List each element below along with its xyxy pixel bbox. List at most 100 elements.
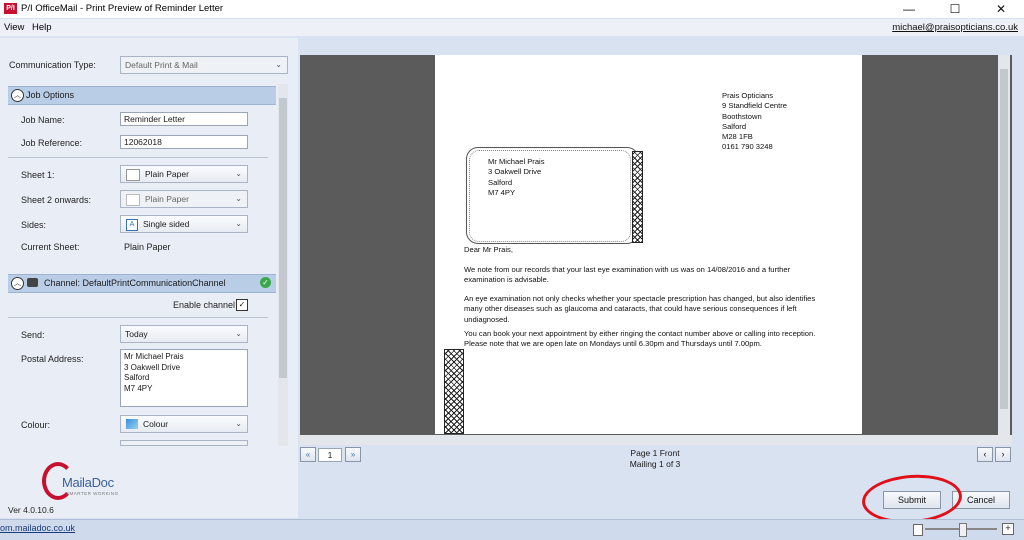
recipient-line: 3 Oakwell Drive — [488, 167, 542, 177]
sender-line: M28 1FB — [722, 132, 753, 141]
paper-icon — [126, 169, 140, 181]
recipient-line: Mr Michael Prais — [488, 157, 545, 166]
previous-page-button[interactable]: « — [300, 447, 316, 462]
preview-vertical-scrollbar[interactable] — [998, 55, 1010, 435]
channel-header[interactable]: ︿ Channel: DefaultPrintCommunicationChan… — [8, 274, 276, 293]
send-value: Today — [125, 329, 148, 339]
postal-address-label: Postal Address: — [21, 354, 84, 364]
collapse-icon[interactable]: ︿ — [11, 277, 24, 290]
send-select[interactable]: Today ⌄ — [120, 325, 248, 343]
scrollbar-thumb[interactable] — [279, 98, 287, 378]
next-page-button[interactable]: » — [345, 447, 361, 462]
chevron-down-icon: ⌄ — [235, 219, 242, 228]
divider — [8, 317, 268, 318]
chevron-down-icon: ⌄ — [275, 60, 282, 69]
zoom-in-button[interactable]: + — [1002, 523, 1014, 535]
window-title: P/I OfficeMail - Print Preview of Remind… — [21, 3, 224, 14]
scroll-left-button[interactable]: ‹ — [977, 447, 993, 462]
logo-tagline: SMARTER WORKING — [66, 491, 119, 496]
letter-paragraph: We note from our records that your last … — [464, 265, 791, 285]
sheet2-value: Plain Paper — [145, 194, 189, 204]
colour-icon — [126, 419, 138, 429]
options-scrollbar[interactable] — [278, 84, 288, 446]
sender-address: Prais Opticians 9 Standfield Centre Boot… — [722, 91, 787, 153]
job-name-label: Job Name: — [21, 115, 65, 125]
single-sided-icon: A — [126, 219, 138, 231]
recipient-line: Salford — [488, 177, 513, 187]
chevron-down-icon: ⌄ — [235, 194, 242, 203]
postal-line: 3 Oakwell Drive — [124, 362, 181, 372]
job-options-title: Job Options — [26, 90, 75, 100]
account-email-link[interactable]: michael@praisopticians.co.uk — [892, 22, 1018, 33]
sender-line: Salford — [722, 121, 747, 131]
chevron-down-icon: ⌄ — [235, 419, 242, 428]
next-option-select[interactable] — [120, 440, 248, 446]
job-reference-input[interactable]: 12062018 — [120, 135, 248, 149]
current-sheet-label: Current Sheet: — [21, 242, 80, 252]
check-icon: ✓ — [260, 277, 271, 288]
communication-type-select[interactable]: Default Print & Mail ⌄ — [120, 56, 288, 74]
status-bar: om.mailadoc.co.uk + — [0, 519, 1024, 540]
sender-line: Prais Opticians — [722, 91, 774, 100]
letter-greeting: Dear Mr Prais, — [464, 245, 513, 254]
colour-label: Colour: — [21, 420, 51, 430]
maximize-button[interactable]: ☐ — [932, 0, 978, 18]
postal-line: M7 4PY — [124, 383, 153, 393]
sheet2-label: Sheet 2 onwards: — [21, 195, 92, 205]
page-info: Page 1 Front — [630, 448, 680, 458]
sender-line: Boothstown — [722, 111, 762, 121]
preview-horizontal-scrollbar[interactable] — [300, 435, 1012, 445]
send-label: Send: — [21, 330, 45, 340]
margin-hatch — [444, 349, 464, 434]
postal-address-textarea[interactable]: Mr Michael Prais 3 Oakwell Drive Salford… — [120, 349, 248, 407]
zoom-slider-thumb[interactable] — [959, 523, 967, 537]
sheet1-label: Sheet 1: — [21, 170, 55, 180]
page-number-input[interactable]: 1 — [318, 448, 342, 462]
chevron-down-icon: ⌄ — [235, 329, 242, 338]
menu-view[interactable]: View — [4, 22, 24, 33]
sender-line: 0161 790 3248 — [722, 142, 773, 152]
chevron-down-icon: ⌄ — [235, 169, 242, 178]
scrollbar-thumb[interactable] — [1000, 69, 1008, 409]
job-options-header[interactable]: ︿ Job Options — [8, 86, 276, 105]
recipient-line: M7 4PY — [488, 187, 516, 197]
postal-line: Salford — [124, 373, 150, 382]
letter-page: Prais Opticians 9 Standfield Centre Boot… — [435, 55, 862, 434]
current-sheet-value: Plain Paper — [124, 242, 171, 252]
barcode-hatch — [632, 151, 643, 243]
paper-icon — [126, 194, 140, 206]
divider — [8, 157, 268, 158]
website-link[interactable]: om.mailadoc.co.uk — [0, 523, 75, 533]
postal-line: Mr Michael Prais — [124, 352, 184, 361]
app-icon: P/I — [4, 3, 17, 14]
sheet1-select[interactable]: Plain Paper ⌄ — [120, 165, 248, 183]
letter-paragraph: You can book your next appointment by ei… — [464, 329, 816, 349]
job-reference-label: Job Reference: — [21, 138, 83, 148]
menu-help[interactable]: Help — [32, 22, 52, 33]
colour-select[interactable]: Colour ⌄ — [120, 415, 248, 433]
options-panel: Communication Type: Default Print & Mail… — [0, 38, 298, 518]
zoom-out-button[interactable] — [913, 524, 923, 536]
close-button[interactable]: ✕ — [978, 0, 1024, 18]
job-name-input[interactable]: Reminder Letter — [120, 112, 248, 126]
logo-text: MailaDoc — [62, 475, 114, 490]
recipient-address: Mr Michael Prais 3 Oakwell Drive Salford… — [488, 157, 545, 198]
zoom-slider[interactable] — [925, 523, 997, 537]
printer-icon — [27, 278, 38, 287]
menu-bar: View Help michael@praisopticians.co.uk — [0, 19, 1024, 36]
sheet2-select[interactable]: Plain Paper ⌄ — [120, 190, 248, 208]
sides-select[interactable]: A Single sided ⌄ — [120, 215, 248, 233]
minimize-button[interactable]: — — [886, 0, 932, 18]
sender-line: 9 Standfield Centre — [722, 101, 788, 111]
sheet1-value: Plain Paper — [145, 169, 189, 179]
collapse-icon[interactable]: ︿ — [11, 89, 24, 102]
letter-paragraph: An eye examination not only checks wheth… — [464, 294, 816, 324]
sides-label: Sides: — [21, 220, 47, 230]
colour-value: Colour — [143, 419, 169, 429]
title-bar: P/I P/I OfficeMail - Print Preview of Re… — [0, 0, 1024, 18]
version-text: Ver 4.0.10.6 — [8, 505, 54, 515]
scroll-right-button[interactable]: › — [995, 447, 1011, 462]
communication-type-value: Default Print & Mail — [125, 60, 198, 70]
enable-channel-checkbox[interactable]: ✓ — [236, 299, 248, 311]
communication-type-label: Communication Type: — [9, 60, 96, 70]
